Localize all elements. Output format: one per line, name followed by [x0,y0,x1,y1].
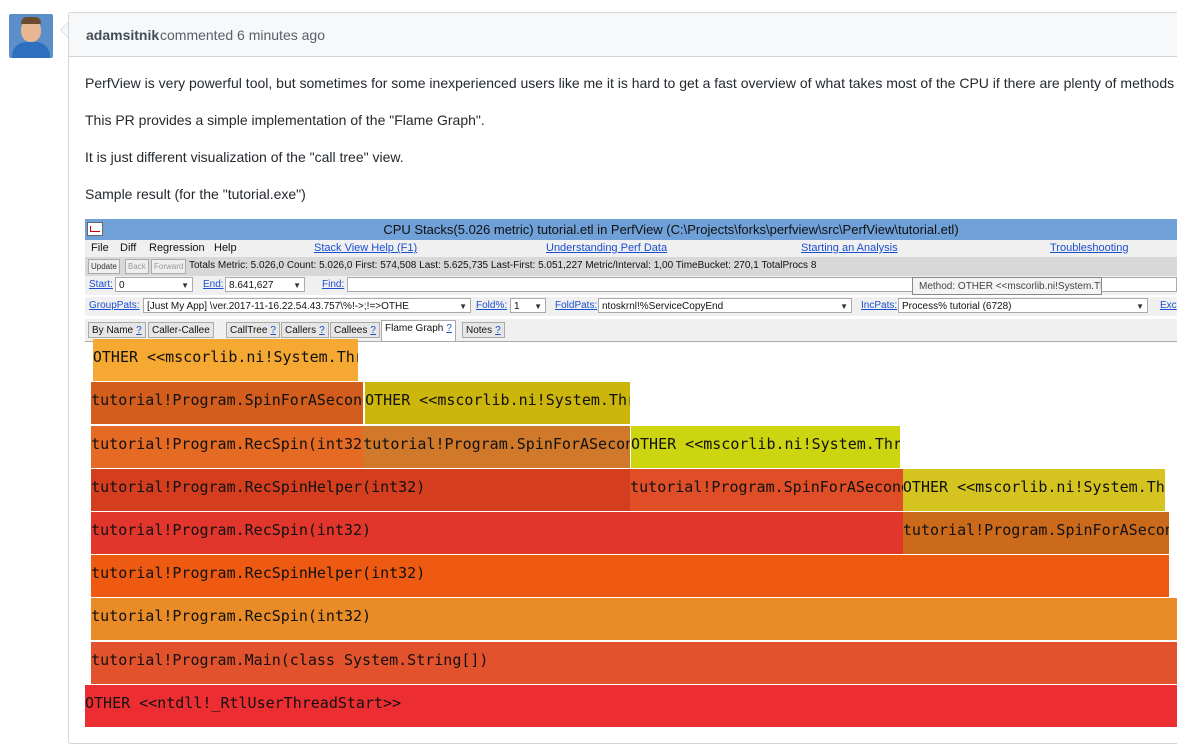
flame-frame[interactable]: tutorial!Program.RecSpin(int32) [91,512,903,554]
troubleshooting-link[interactable]: Troubleshooting [1050,242,1128,254]
perfview-screenshot: CPU Stacks(5.026 metric) tutorial.etl in… [85,219,1177,728]
menu-file[interactable]: File [91,242,109,254]
grouppats-combo[interactable]: [Just My App] \ver.2017-11-16.22.54.43.7… [143,298,471,313]
flame-frame[interactable]: tutorial!Program.SpinForASecond() [91,382,364,425]
flame-frame[interactable]: tutorial!Program.RecSpinHelper(int32) [91,468,631,511]
start-combo[interactable]: 0 ▼ [115,277,193,292]
starting-analysis-link[interactable]: Starting an Analysis [801,242,898,254]
back-button[interactable]: Back [125,259,149,274]
totals-metrics: Totals Metric: 5.026,0 Count: 5.026,0 Fi… [189,260,817,271]
foldpct-combo[interactable]: 1 ▼ [510,298,546,313]
end-label[interactable]: End: [203,279,224,290]
menu-help[interactable]: Help [214,242,237,254]
comment-paragraph: Sample result (for the "tutorial.exe") [85,186,306,202]
start-value: 0 [119,280,125,291]
perfview-patterns-row: GroupPats: [Just My App] \ver.2017-11-16… [85,297,1177,316]
tab-label: Caller-Callee [152,325,210,336]
perfview-menubar: File Diff Regression Help Stack View Hel… [85,240,1177,258]
tab-help-link[interactable]: ? [495,325,501,336]
tab-callees[interactable]: Callees? [330,322,380,338]
tab-by-name[interactable]: By Name? [88,322,146,338]
tab-notes[interactable]: Notes? [462,322,505,338]
end-combo[interactable]: 8.641,627 ▼ [225,277,305,292]
tab-label: By Name [92,325,134,336]
flame-frame[interactable]: tutorial!Program.RecSpin(int32) [91,598,1177,641]
tab-label: CallTree [230,325,268,336]
foldpct-value: 1 [514,301,520,312]
foldpct-label[interactable]: Fold%: [476,300,507,311]
excpats-label[interactable]: Exc [1160,300,1177,311]
tab-calltree[interactable]: CallTree? [226,322,280,338]
flame-frame[interactable]: OTHER <<mscorlib.ni!System.Threading.Thr… [365,382,631,425]
flame-frame[interactable]: tutorial!Program.Main(class System.Strin… [91,641,1177,684]
forward-button[interactable]: Forward [151,259,187,274]
tab-caller-callee[interactable]: Caller-Callee [148,322,214,338]
flame-frame[interactable]: tutorial!Program.RecSpinHelper(int32) [91,555,1170,598]
end-value: 8.641,627 [229,280,274,291]
tab-label: Callers [285,325,317,336]
tab-label: Notes [466,325,493,336]
comment-paragraph: PerfView is very powerful tool, but some… [85,75,1177,91]
chevron-down-icon: ▼ [459,302,467,311]
tab-label: Callees [334,325,368,336]
menu-diff[interactable]: Diff [120,242,136,254]
chevron-down-icon: ▼ [181,281,189,290]
flame-frame[interactable]: tutorial!Program.SpinForASecond() [363,425,631,468]
comment-arrow-fill [61,23,68,37]
tab-label: Flame Graph [385,323,444,334]
incpats-value: Process% tutorial (6728) [902,301,1012,312]
comment-author-link[interactable]: adamsitnik [86,27,159,43]
tab-help-link[interactable]: ? [136,325,142,336]
comment-paragraph: This PR provides a simple implementation… [85,112,485,128]
foldpats-label[interactable]: FoldPats: [555,300,597,311]
avatar-hair [21,17,41,24]
flame-frame[interactable]: OTHER <<mscorlib.ni!System.Threading.Thr… [631,425,901,468]
foldpats-combo[interactable]: ntoskrnl!%ServiceCopyEnd ▼ [598,298,852,313]
menu-regression[interactable]: Regression [149,242,205,254]
comment-timestamp[interactable]: commented 6 minutes ago [160,27,325,43]
tab-help-link[interactable]: ? [370,325,376,336]
flame-frame[interactable]: OTHER <<ntdll!_RtlUserThreadStart>> [85,684,1177,727]
flame-tooltip: Method: OTHER <<mscorlib.ni!System.Threa… [912,277,1102,295]
grouppats-value: [Just My App] \ver.2017-11-16.22.54.43.7… [147,301,409,312]
tab-help-link[interactable]: ? [446,323,452,334]
perfview-status-row: Update Back Forward Totals Metric: 5.026… [85,257,1177,276]
chevron-down-icon: ▼ [293,281,301,290]
stack-view-help-link[interactable]: Stack View Help (F1) [314,242,417,254]
start-label[interactable]: Start: [89,279,113,290]
incpats-combo[interactable]: Process% tutorial (6728) ▼ [898,298,1148,313]
chevron-down-icon: ▼ [534,302,542,311]
comment-header: adamsitnik commented 6 minutes ago [69,13,1177,57]
chevron-down-icon: ▼ [1136,302,1144,311]
tab-help-link[interactable]: ? [319,325,325,336]
find-label[interactable]: Find: [322,279,344,290]
chevron-down-icon: ▼ [840,302,848,311]
perfview-window-title: CPU Stacks(5.026 metric) tutorial.etl in… [383,222,959,237]
flame-frame[interactable]: tutorial!Program.SpinForASecond() [902,512,1170,554]
understanding-perf-data-link[interactable]: Understanding Perf Data [546,242,667,254]
perfview-titlebar: CPU Stacks(5.026 metric) tutorial.etl in… [85,219,1177,240]
grouppats-label[interactable]: GroupPats: [89,300,140,311]
comment-paragraph: It is just different visualization of th… [85,149,404,165]
flame-graph[interactable]: OTHER <<mscorlib.ni!System.Threading.Thr… [85,339,1177,728]
foldpats-value: ntoskrnl!%ServiceCopyEnd [602,301,724,312]
avatar[interactable] [9,14,53,58]
flame-frame[interactable]: tutorial!Program.SpinForASecond() [630,468,903,511]
avatar-shoulders [12,42,50,58]
flame-frame[interactable]: OTHER <<mscorlib.ni!System.Threading.Thr… [902,468,1165,511]
incpats-label[interactable]: IncPats: [861,300,897,311]
tab-help-link[interactable]: ? [270,325,276,336]
update-button[interactable]: Update [88,259,120,274]
tab-flame-graph[interactable]: Flame Graph? [381,320,456,341]
tab-callers[interactable]: Callers? [281,322,329,338]
flame-frame[interactable]: tutorial!Program.RecSpin(int32) [91,425,364,468]
flame-frame[interactable]: OTHER <<mscorlib.ni!System.Threading.Thr… [92,339,358,382]
